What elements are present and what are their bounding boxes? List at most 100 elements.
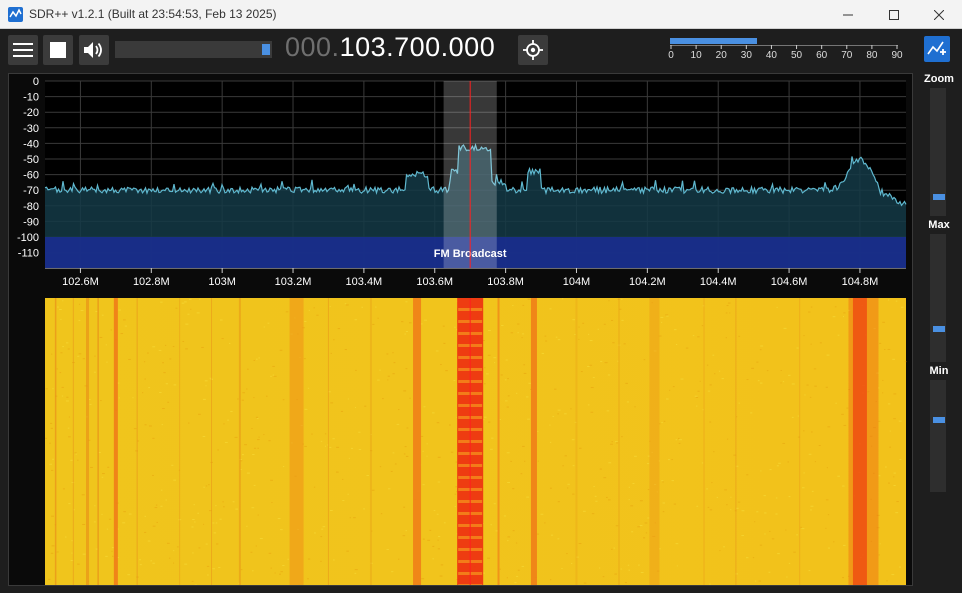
volume-slider[interactable] (115, 41, 272, 58)
waterfall-noise (826, 354, 830, 356)
waterfall-noise (234, 436, 238, 438)
waterfall-noise (432, 558, 435, 560)
waterfall-noise (483, 416, 487, 418)
volume-slider-grab[interactable] (262, 44, 270, 55)
waterfall-display[interactable] (9, 296, 912, 587)
waterfall-noise (280, 529, 283, 531)
waterfall-noise (426, 455, 428, 457)
waterfall-noise (311, 433, 313, 435)
waterfall-noise (892, 358, 895, 360)
waterfall-noise (882, 392, 884, 394)
min-slider-grab[interactable] (933, 417, 945, 424)
waterfall-noise (148, 387, 151, 389)
waterfall-noise (676, 565, 678, 567)
waterfall-noise (591, 513, 595, 515)
waterfall-noise (716, 496, 719, 498)
waterfall-noise (562, 465, 564, 467)
waterfall-noise (308, 309, 310, 311)
waterfall-noise (168, 557, 171, 559)
waterfall-noise (882, 321, 885, 323)
waterfall-noise (695, 396, 699, 398)
waterfall-noise (59, 309, 62, 311)
toolbar: 000.103.700.000 0 10 20 30 40 50 60 70 80 90 (0, 29, 962, 71)
waterfall-noise (506, 577, 508, 579)
waterfall-noise (375, 306, 377, 308)
waterfall-noise (57, 306, 59, 308)
minimize-button[interactable] (825, 0, 871, 29)
close-button[interactable] (916, 0, 962, 29)
waterfall-noise (440, 564, 444, 566)
waterfall-noise (165, 383, 169, 385)
max-slider[interactable] (930, 234, 946, 362)
waterfall-noise (528, 382, 532, 384)
fft-waterfall-view[interactable]: 0 -10 -20 -30 -40 -50 -60 -70 -80 -90 -100 -110 102.… (9, 74, 912, 587)
waterfall-noise (246, 472, 250, 474)
menu-button[interactable] (8, 35, 38, 65)
waterfall-noise (437, 539, 439, 541)
waterfall-noise (701, 462, 704, 464)
waterfall-noise (544, 522, 546, 524)
waterfall-noise (879, 543, 881, 545)
waterfall-noise (661, 321, 663, 323)
waterfall-noise (274, 572, 276, 574)
fullscreen-button[interactable] (924, 36, 950, 62)
frequency-display[interactable]: 000.103.700.000 (285, 32, 495, 63)
zoom-slider-grab[interactable] (933, 194, 945, 201)
waterfall-noise (194, 521, 196, 523)
x-axis-label: 102.8M (133, 276, 170, 288)
frequency-main[interactable]: 103.700.000 (340, 32, 496, 62)
snr-meter: 0 10 20 30 40 50 60 70 80 90 (668, 36, 903, 64)
center-tuning-button[interactable] (518, 35, 548, 65)
waterfall-noise (205, 485, 208, 487)
zoom-label: Zoom (924, 73, 954, 85)
frequency-prefix[interactable]: 000. (285, 32, 340, 62)
waterfall-noise (52, 458, 54, 460)
waterfall-noise (738, 335, 741, 337)
waterfall-noise (66, 342, 69, 344)
waterfall-noise (107, 466, 110, 468)
waterfall-noise (56, 551, 59, 553)
waterfall-noise (329, 446, 332, 448)
waterfall-noise (110, 329, 112, 331)
waterfall-noise (662, 481, 664, 483)
waterfall-noise (846, 407, 849, 409)
waterfall-noise (88, 398, 91, 400)
waterfall-noise (709, 421, 712, 423)
waterfall-noise (549, 308, 552, 310)
waterfall-noise (320, 560, 322, 562)
waterfall-noise (768, 571, 771, 573)
waterfall-noise (503, 515, 507, 517)
waterfall-noise (803, 430, 805, 432)
waterfall-noise (893, 393, 897, 395)
mute-button[interactable] (79, 35, 109, 65)
waterfall-noise (391, 571, 394, 573)
waterfall-noise (172, 562, 175, 564)
spectrum-plot[interactable]: 0 -10 -20 -30 -40 -50 -60 -70 -80 -90 -100 -110 102.… (17, 76, 907, 288)
waterfall-noise (514, 582, 517, 584)
waterfall-noise (82, 523, 86, 525)
waterfall-noise (578, 447, 582, 449)
stop-square-icon (50, 42, 66, 58)
crosshair-target-icon (523, 40, 543, 60)
waterfall-noise (517, 569, 520, 571)
min-slider[interactable] (930, 380, 946, 492)
waterfall-noise (741, 534, 744, 536)
waterfall-noise (67, 348, 70, 350)
x-axis-label: 103.6M (416, 276, 453, 288)
zoom-slider[interactable] (930, 88, 946, 216)
waterfall-noise (50, 427, 54, 429)
waterfall-noise (825, 499, 829, 501)
waterfall-noise (253, 359, 256, 361)
x-axis-label: 103.4M (346, 276, 383, 288)
max-slider-grab[interactable] (933, 325, 945, 332)
waterfall-noise (723, 546, 725, 548)
waterfall-noise (608, 300, 610, 302)
waterfall-noise (842, 316, 845, 318)
waterfall-noise (527, 298, 531, 300)
maximize-button[interactable] (871, 0, 917, 29)
waterfall-noise (763, 495, 766, 497)
waterfall-noise (187, 313, 190, 315)
waterfall-noise (82, 553, 86, 555)
stop-button[interactable] (43, 35, 73, 65)
waterfall-noise (172, 346, 175, 348)
